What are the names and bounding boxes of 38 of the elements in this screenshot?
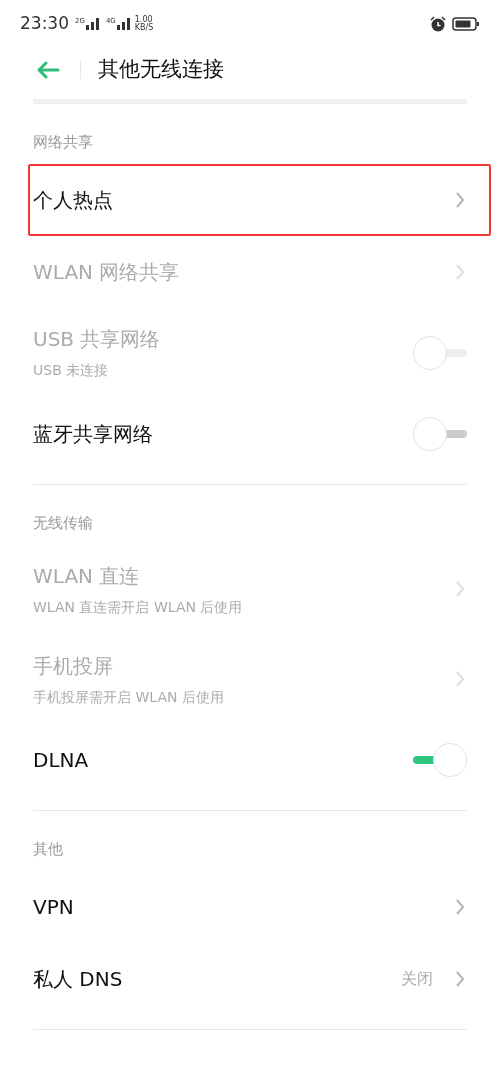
row-label: VPN	[33, 893, 75, 921]
signal-icon	[116, 18, 131, 30]
page-title: 其他无线连接	[98, 56, 224, 84]
alarm-icon	[430, 16, 446, 32]
row-value: 关闭	[401, 967, 433, 990]
row-label: WLAN 网络共享	[33, 258, 181, 286]
section-header: 网络共享	[33, 132, 94, 153]
row-label: DLNA	[33, 747, 90, 774]
back-arrow-icon[interactable]	[36, 61, 60, 79]
row-label: 手机投屏	[33, 652, 114, 680]
toggle-switch[interactable]	[413, 416, 467, 451]
chevron-right-icon	[455, 897, 465, 916]
section-header: 其他	[33, 839, 64, 860]
chevron-right-icon	[455, 190, 465, 209]
chevron-right-icon	[455, 262, 465, 281]
speed-unit: KB/S	[134, 24, 154, 32]
toggle-switch[interactable]	[413, 743, 467, 777]
row-label: 个人热点	[33, 186, 114, 214]
row-label: USB 共享网络	[33, 326, 162, 353]
chevron-right-icon	[455, 969, 465, 988]
row-label: 蓝牙共享网络	[33, 420, 154, 448]
section-header: 无线传输	[33, 512, 94, 534]
settings-row[interactable]: 私人 DNS 关闭	[33, 942, 467, 1015]
row-label: 私人 DNS	[33, 965, 124, 993]
settings-row[interactable]: VPN	[33, 870, 467, 943]
chevron-right-icon	[455, 670, 465, 688]
battery-icon	[452, 17, 480, 31]
settings-row[interactable]: 个人热点	[28, 163, 491, 236]
signal-icon	[85, 18, 100, 30]
speed-value: 1.00	[134, 16, 154, 24]
row-subtitle: WLAN 直连需开启 WLAN 后使用	[33, 597, 244, 617]
settings-row[interactable]: DLNA	[33, 724, 467, 796]
chevron-right-icon	[455, 580, 465, 598]
settings-row[interactable]: 蓝牙共享网络	[33, 397, 467, 470]
status-time: 23:30	[20, 12, 69, 36]
row-subtitle: 手机投屏需开启 WLAN 后使用	[33, 687, 225, 707]
row-label: WLAN 直连	[33, 562, 141, 590]
row-subtitle: USB 未连接	[33, 361, 110, 380]
